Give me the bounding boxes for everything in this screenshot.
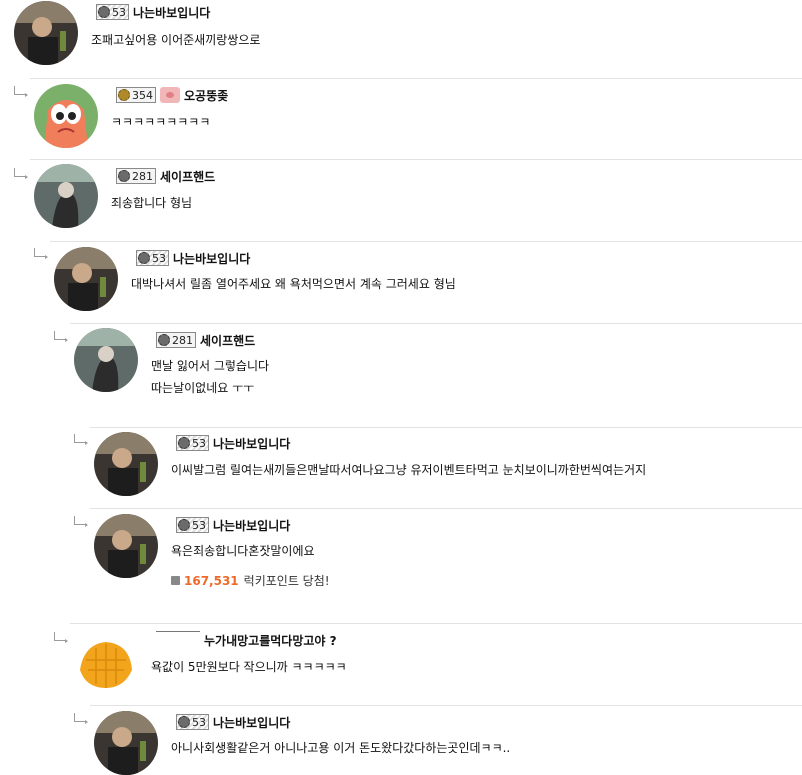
comment-meta: 53 나는바보입니다 xyxy=(136,249,250,267)
nickname[interactable]: 누가내망고를먹다망고야 ? xyxy=(204,632,337,649)
comment-text: 이씨발그럼 릴여는새끼들은맨날따서여나요그냥 유저이벤트타먹고 눈치보이니까한번… xyxy=(171,463,647,477)
gift-icon xyxy=(171,576,180,585)
nickname[interactable]: 나는바보입니다 xyxy=(213,517,290,534)
level-badge xyxy=(156,631,200,642)
level-badge: 53 xyxy=(176,517,209,533)
level-badge: 53 xyxy=(136,250,169,266)
level-badge: 281 xyxy=(116,168,156,184)
comment-text: 아니사회생활같은거 아니나고용 이거 돈도왔다갔다하는곳인데ㅋㅋ.. xyxy=(171,741,511,755)
level-badge: 53 xyxy=(176,714,209,730)
reply-arrow-icon xyxy=(14,168,28,179)
reply-arrow-icon xyxy=(74,713,88,724)
avatar[interactable] xyxy=(94,432,158,496)
nickname[interactable]: 나는바보입니다 xyxy=(213,714,290,731)
reply-arrow-icon xyxy=(74,434,88,445)
pig-badge-icon xyxy=(160,87,180,103)
gear-icon xyxy=(158,334,170,346)
comment-text: 조패고싶어용 이어준새끼랑쌍으로 xyxy=(91,33,261,47)
gear-icon xyxy=(98,6,110,18)
avatar[interactable] xyxy=(94,711,158,775)
divider xyxy=(70,623,802,624)
comment-meta: 53 나는바보입니다 xyxy=(96,3,210,21)
comment-text: 죄송합니다 형님 xyxy=(111,196,193,210)
avatar[interactable] xyxy=(34,164,98,228)
nickname[interactable]: 오공뚱좆 xyxy=(184,87,228,104)
lucky-point-label: 럭키포인트 당첨! xyxy=(243,574,330,588)
comment-meta: 누가내망고를먹다망고야 ? xyxy=(156,631,337,649)
comment-meta: 53 나는바보입니다 xyxy=(176,434,290,452)
reply-arrow-icon xyxy=(34,248,48,259)
divider xyxy=(90,427,802,428)
gear-icon xyxy=(178,437,190,449)
divider xyxy=(90,705,802,706)
reply-arrow-icon xyxy=(74,516,88,527)
level-badge: 53 xyxy=(176,435,209,451)
comment-text: 맨날 잃어서 그렇습니다 따는날이없네요 ㅜㅜ xyxy=(151,359,270,395)
comment-meta: 281 세이프핸드 xyxy=(156,331,255,349)
divider xyxy=(30,78,802,79)
comment-meta: 354 오공뚱좆 xyxy=(116,86,228,104)
reply-arrow-icon xyxy=(54,632,68,643)
avatar[interactable] xyxy=(54,247,118,311)
comment-meta: 53 나는바보입니다 xyxy=(176,516,290,534)
reply-arrow-icon xyxy=(54,331,68,342)
lucky-point-amount: 167,531 xyxy=(184,573,239,588)
gear-icon xyxy=(118,170,130,182)
avatar[interactable] xyxy=(74,328,138,392)
nickname[interactable]: 나는바보입니다 xyxy=(133,4,210,21)
divider xyxy=(30,159,802,160)
reply-arrow-icon xyxy=(14,86,28,97)
gear-icon xyxy=(118,89,130,101)
avatar[interactable] xyxy=(94,514,158,578)
divider xyxy=(70,323,802,324)
avatar[interactable] xyxy=(14,1,78,65)
level-badge: 281 xyxy=(156,332,196,348)
comment-text: 욕은죄송합니다혼잣말이에요 xyxy=(171,544,315,558)
comment-meta: 281 세이프핸드 xyxy=(116,167,215,185)
nickname[interactable]: 세이프핸드 xyxy=(160,168,215,185)
comment-text: ㅋㅋㅋㅋㅋㅋㅋㅋㅋ xyxy=(111,115,211,129)
nickname[interactable]: 세이프핸드 xyxy=(200,332,255,349)
comment-text: 대박나셔서 릴좀 열어주세요 왜 욕처먹으면서 계속 그러세요 형님 xyxy=(131,277,456,291)
divider xyxy=(90,508,802,509)
level-badge: 53 xyxy=(96,4,129,20)
divider xyxy=(50,241,802,242)
avatar[interactable] xyxy=(34,84,98,148)
level-badge: 354 xyxy=(116,87,156,103)
nickname[interactable]: 나는바보입니다 xyxy=(213,435,290,452)
gear-icon xyxy=(178,716,190,728)
gear-icon xyxy=(178,519,190,531)
gear-icon xyxy=(138,252,150,264)
lucky-point: 167,531 럭키포인트 당첨! xyxy=(171,572,330,589)
comment-text: 욕값이 5만원보다 작으니까 ㅋㅋㅋㅋㅋ xyxy=(151,660,347,674)
comment-meta: 53 나는바보입니다 xyxy=(176,713,290,731)
nickname[interactable]: 나는바보입니다 xyxy=(173,250,250,267)
avatar[interactable] xyxy=(74,630,138,694)
